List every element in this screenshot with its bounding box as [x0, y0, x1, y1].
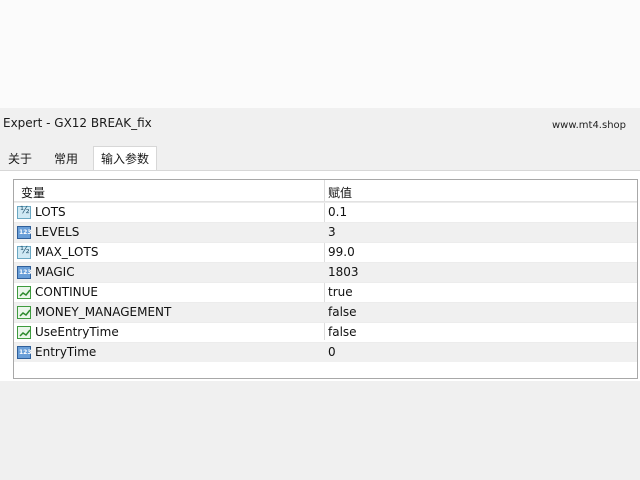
param-name: CONTINUE [35, 285, 99, 299]
table-row[interactable]: MAX_LOTS 99.0 [14, 242, 637, 262]
table-row[interactable]: MAGIC 1803 [14, 262, 637, 282]
window-title: Expert - GX12 BREAK_fix [3, 116, 152, 130]
param-value[interactable]: 99.0 [328, 245, 355, 259]
tab-inputs[interactable]: 输入参数 [93, 146, 158, 172]
param-value[interactable]: false [328, 325, 357, 339]
table-row[interactable]: EntryTime 0 [14, 342, 637, 362]
integer-value-icon [17, 266, 32, 279]
param-name: LOTS [35, 205, 66, 219]
table-row[interactable]: UseEntryTime false [14, 322, 637, 342]
table-header: 变量 赋值 [14, 180, 637, 202]
param-value[interactable]: 1803 [328, 265, 359, 279]
tab-bar: 关于 常用 输入参数 [0, 146, 640, 172]
param-name: MAGIC [35, 265, 75, 279]
param-name: UseEntryTime [35, 325, 119, 339]
expert-properties-window: Expert - GX12 BREAK_fix www.mt4.shop 关于 … [0, 108, 640, 480]
double-value-icon [17, 205, 31, 219]
tab-common[interactable]: 常用 [54, 148, 78, 170]
table-row[interactable]: MONEY_MANAGEMENT false [14, 302, 637, 322]
table-row[interactable]: LOTS 0.1 [14, 202, 637, 222]
param-value[interactable]: 3 [328, 225, 336, 239]
column-header-variable[interactable]: 变量 [21, 184, 45, 201]
param-value[interactable]: 0 [328, 345, 336, 359]
boolean-value-icon [17, 286, 31, 299]
param-name: MAX_LOTS [35, 245, 99, 259]
boolean-value-icon [17, 326, 31, 339]
param-name: LEVELS [35, 225, 80, 239]
double-value-icon [17, 245, 31, 259]
param-value[interactable]: 0.1 [328, 205, 347, 219]
table-row[interactable]: LEVELS 3 [14, 222, 637, 242]
inputs-panel: 变量 赋值 LOTS 0.1 LEVELS 3 MAX_LOTS 99.0 MA… [0, 170, 640, 381]
boolean-value-icon [17, 306, 31, 319]
param-name: MONEY_MANAGEMENT [35, 305, 172, 319]
integer-value-icon [17, 346, 32, 359]
watermark-text: www.mt4.shop [551, 120, 626, 131]
param-value[interactable]: false [328, 305, 357, 319]
parameters-table: 变量 赋值 LOTS 0.1 LEVELS 3 MAX_LOTS 99.0 MA… [13, 179, 638, 379]
table-row[interactable]: CONTINUE true [14, 282, 637, 302]
param-value[interactable]: true [328, 285, 353, 299]
top-blank-area [0, 0, 640, 108]
tab-about[interactable]: 关于 [8, 148, 32, 170]
column-header-value[interactable]: 赋值 [328, 184, 352, 201]
integer-value-icon [17, 226, 32, 239]
param-name: EntryTime [35, 345, 97, 359]
